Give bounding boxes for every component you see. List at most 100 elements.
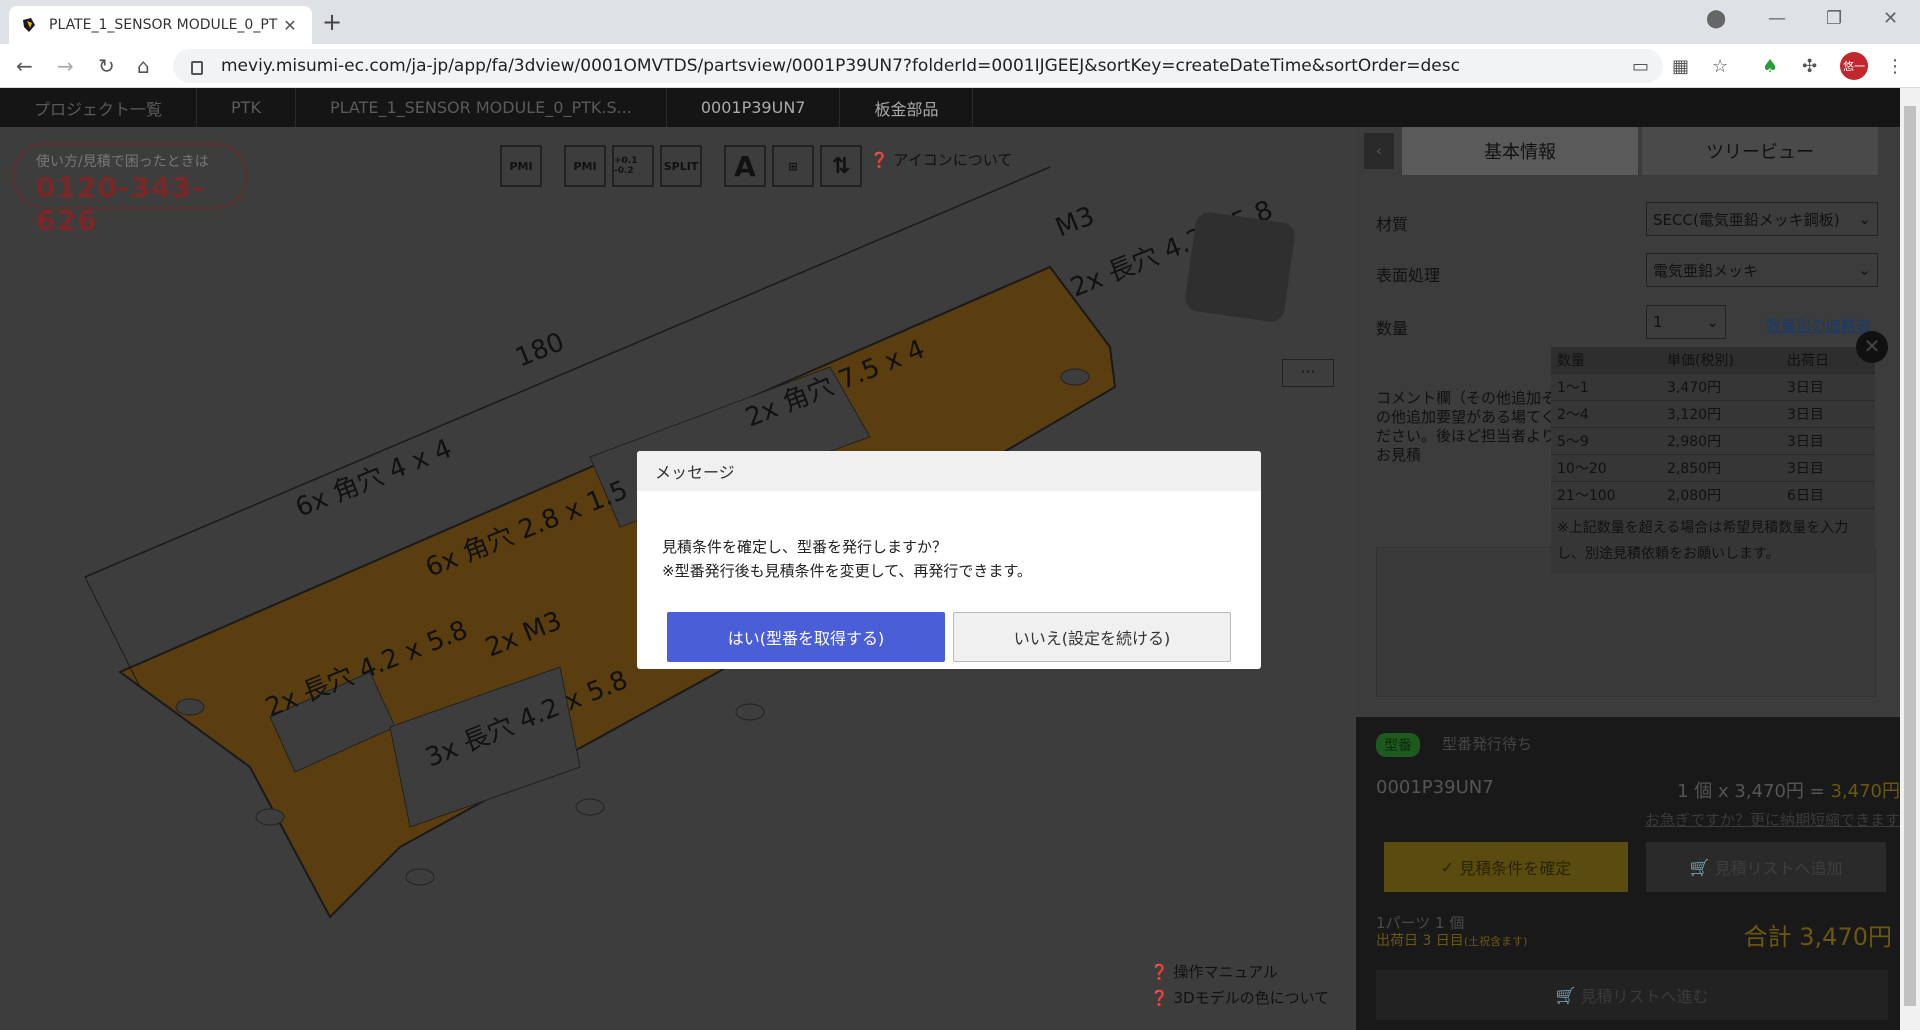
browser-tab[interactable]: PLATE_1_SENSOR MODULE_0_PT ✕ — [9, 6, 312, 44]
dimension-label: M3 — [1051, 201, 1098, 243]
split-button[interactable]: SPLIT — [660, 145, 702, 187]
close-price-table-icon[interactable]: ✕ — [1856, 331, 1888, 363]
menu-icon[interactable]: ⋮ — [1886, 56, 1904, 77]
address-bar[interactable]: meviy.misumi-ec.com/ja-jp/app/fa/3dview/… — [173, 49, 1663, 83]
pmi-toggle-button[interactable]: PMI — [500, 145, 542, 187]
breadcrumb-assembly[interactable]: PLATE_1_SENSOR MODULE_0_PTK.S... — [296, 88, 667, 127]
scrollbar-thumb[interactable] — [1904, 106, 1916, 1006]
breadcrumb-ptk[interactable]: PTK — [197, 88, 296, 127]
table-row: 5〜9 2,980円 3日目 — [1551, 428, 1875, 455]
surface-value: 電気亜鉛メッキ — [1653, 261, 1759, 280]
grand-total: 合計 3,470円 — [1744, 917, 1892, 952]
price-cell: 2,980円 — [1667, 434, 1722, 450]
material-select[interactable]: SECC(電気亜鉛メッキ鋼板) ⌄ — [1646, 202, 1878, 236]
browser-toolbar: ← → ↻ ⌂ meviy.misumi-ec.com/ja-jp/app/fa… — [0, 44, 1920, 88]
chevron-down-icon: ⌄ — [1706, 313, 1719, 331]
faster-delivery-link[interactable]: お急ぎですか？更に納期短縮できます — [1645, 809, 1900, 830]
breadcrumb: プロジェクト一覧 PTK PLATE_1_SENSOR MODULE_0_PTK… — [0, 88, 1900, 127]
material-label: 材質 — [1376, 215, 1409, 234]
confirm-quote-button[interactable]: ✓ 見積条件を確定 — [1384, 842, 1628, 892]
color-help-text: 3Dモデルの色について — [1173, 989, 1330, 1007]
close-tab-icon[interactable]: ✕ — [280, 16, 300, 35]
qty-cell: 10〜20 — [1557, 461, 1607, 477]
breadcrumb-part-number: 0001P39UN7 — [667, 88, 841, 127]
price-table: 数量 単価(税別) 出荷日 1〜1 3,470円 3日目 2〜4 3,120円 3日目 … — [1551, 347, 1875, 573]
minimize-icon[interactable]: — — [1768, 8, 1786, 29]
chevron-down-icon: ⌄ — [1858, 210, 1871, 228]
no-continue-settings-button[interactable]: いいえ(設定を続ける) — [953, 612, 1231, 662]
back-icon[interactable]: ← — [16, 54, 33, 78]
apps-icon[interactable]: ▦ — [1672, 56, 1689, 77]
view-toolbar: A ⊞ ⇅ — [724, 145, 862, 187]
quantity-value: 1 — [1653, 313, 1663, 331]
tab-basic-info[interactable]: 基本情報 — [1402, 127, 1638, 175]
ship-day-text: 出荷日 3 日目 — [1376, 933, 1464, 949]
material-value: SECC(電気亜鉛メッキ鋼板) — [1653, 210, 1840, 229]
url-text: meviy.misumi-ec.com/ja-jp/app/fa/3dview/… — [221, 56, 1460, 76]
quantity-select[interactable]: 1 ⌄ — [1646, 305, 1726, 339]
pmi-toolbar: PMI — [500, 145, 542, 187]
evernote-icon[interactable]: ♠ — [1762, 56, 1778, 77]
tab-search-icon[interactable]: ⬤ — [1706, 8, 1726, 29]
add-to-list-label: 見積リストへ追加 — [1714, 859, 1843, 878]
cast-icon[interactable]: ▭ — [1632, 56, 1649, 77]
quantity-label: 数量 — [1376, 319, 1409, 338]
cart-icon: 🛒 — [1555, 985, 1581, 1005]
reload-icon[interactable]: ↻ — [98, 54, 115, 78]
annotation-icon[interactable]: A — [724, 145, 766, 187]
breadcrumb-part-type: 板金部品 — [840, 88, 974, 127]
total-label: 合計 — [1743, 923, 1792, 951]
color-help-link[interactable]: ❓ 3Dモデルの色について — [1150, 987, 1329, 1008]
price-table-link[interactable]: 数量別の価格表 — [1766, 315, 1871, 336]
tab-tree-view[interactable]: ツリービュー — [1642, 127, 1878, 175]
bookmark-star-icon[interactable]: ☆ — [1712, 56, 1728, 77]
table-row: 10〜20 2,850円 3日目 — [1551, 455, 1875, 482]
dialog-message-line: 見積条件を確定し、型番を発行しますか？ — [662, 538, 948, 556]
right-panel: ‹ 基本情報 ツリービュー 材質 SECC(電気亜鉛メッキ鋼板) ⌄ 表面処理 電… — [1356, 127, 1900, 1030]
unit-price-line: 1 個 x 3,470円 = 3,470円 — [1677, 777, 1900, 803]
dialog-message: 見積条件を確定し、型番を発行しますか？ ※型番発行後も見積条件を変更して、再発行… — [662, 535, 1032, 583]
forward-icon[interactable]: → — [57, 54, 74, 78]
comment-label: コメント欄（その他追加その他追加要望がある場てください。後ほど担当者よりお見積 — [1376, 389, 1557, 464]
view-cube[interactable] — [1183, 210, 1297, 324]
question-icon: ❓ — [870, 151, 889, 169]
tolerance-button[interactable]: +0.1 -0.2 — [612, 145, 654, 187]
more-options-button[interactable]: ··· — [1282, 359, 1334, 387]
manual-text: 操作マニュアル — [1173, 963, 1279, 981]
manual-link[interactable]: ❓ 操作マニュアル — [1150, 961, 1278, 982]
support-hotline[interactable]: 使い方/見積で困ったときは 0120-343-626 — [12, 143, 248, 237]
table-row: 21〜100 2,080円 6日目 — [1551, 482, 1875, 509]
measure-toolbar: PMI +0.1 -0.2 SPLIT — [564, 145, 702, 187]
pmi-add-button[interactable]: PMI — [564, 145, 606, 187]
yes-issue-part-number-button[interactable]: はい(型番を取得する) — [667, 612, 945, 662]
order-summary: 型番 型番発行待ち 0001P39UN7 1 個 x 3,470円 = 3,47… — [1356, 717, 1900, 1030]
collapse-panel-icon[interactable]: ‹ — [1364, 133, 1394, 169]
direction-icon[interactable]: ⇅ — [820, 145, 862, 187]
surface-label: 表面処理 — [1376, 266, 1441, 285]
breadcrumb-project-list[interactable]: プロジェクト一覧 — [0, 88, 198, 127]
lock-icon — [191, 61, 203, 75]
price-cell: 3,120円 — [1667, 407, 1722, 423]
go-to-list-label: 見積リストへ進む — [1580, 987, 1709, 1006]
check-icon: ✓ — [1440, 857, 1460, 877]
add-to-list-button[interactable]: 🛒 見積リストへ追加 — [1646, 842, 1886, 892]
maximize-icon[interactable]: ❐ — [1826, 8, 1842, 29]
dimension-label: 180 — [511, 327, 568, 373]
page-scrollbar[interactable] — [1900, 88, 1920, 1030]
new-tab-icon[interactable]: + — [322, 8, 342, 36]
5-views-icon[interactable]: ⊞ — [772, 145, 814, 187]
browser-tab-strip: PLATE_1_SENSOR MODULE_0_PT ✕ + ⬤ — ❐ ✕ — [0, 0, 1920, 44]
icon-help-link[interactable]: ❓ アイコンについて — [870, 149, 1012, 170]
window-close-icon[interactable]: ✕ — [1883, 8, 1898, 29]
column-header: 数量 — [1557, 353, 1585, 369]
dialog-message-line: ※型番発行後も見積条件を変更して、再発行できます。 — [662, 562, 1032, 580]
ship-cell: 3日目 — [1787, 434, 1824, 450]
go-to-quote-list-button[interactable]: 🛒 見積リストへ進む — [1376, 970, 1888, 1020]
icon-help-text: アイコンについて — [893, 151, 1013, 169]
surface-select[interactable]: 電気亜鉛メッキ ⌄ — [1646, 253, 1878, 287]
extensions-icon[interactable]: ✣ — [1802, 56, 1817, 77]
price-cell: 2,850円 — [1667, 461, 1722, 477]
home-icon[interactable]: ⌂ — [137, 54, 150, 78]
profile-avatar[interactable]: 悠一 — [1840, 52, 1868, 80]
column-header: 単価(税別) — [1667, 353, 1734, 369]
